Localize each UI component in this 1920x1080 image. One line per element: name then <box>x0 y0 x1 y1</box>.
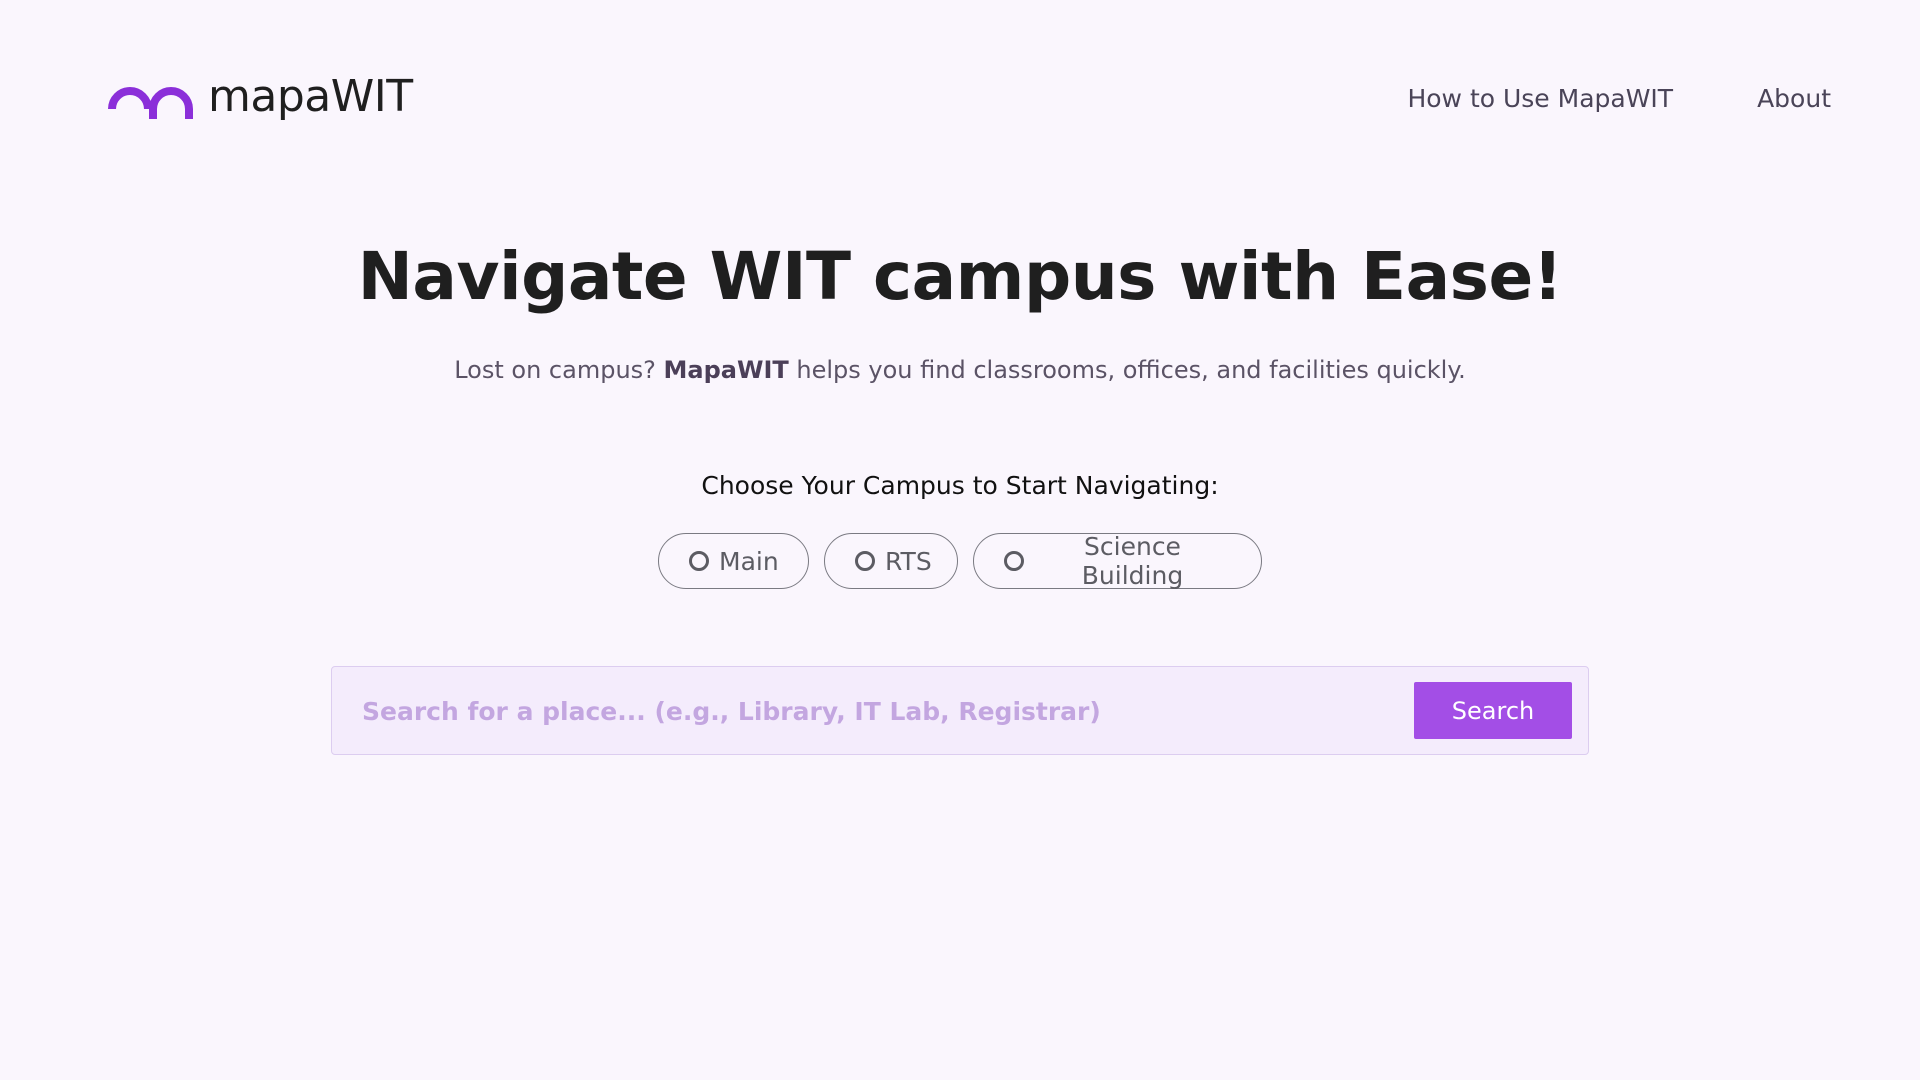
radio-circle-icon <box>689 551 709 571</box>
logo-link[interactable]: mapaWIT <box>106 70 413 122</box>
nav-about[interactable]: About <box>1757 84 1831 113</box>
campus-options: Main RTS Science Building <box>0 532 1920 590</box>
hero-subtitle: Lost on campus? MapaWIT helps you find c… <box>0 356 1920 384</box>
campus-option-label: Science Building <box>1081 532 1184 590</box>
top-nav: How to Use MapaWIT About <box>1407 84 1831 113</box>
campus-option-main[interactable]: Main <box>658 533 809 589</box>
campus-option-rts[interactable]: RTS <box>824 533 958 589</box>
mapawit-logo-icon <box>108 87 193 119</box>
subtitle-text-before: Lost on campus? <box>454 356 664 384</box>
site-header: mapaWIT How to Use MapaWIT About <box>0 0 1920 190</box>
radio-circle-icon <box>855 551 875 571</box>
search-input[interactable] <box>362 681 1362 741</box>
campus-option-label: Main <box>719 546 779 576</box>
hero-title: Navigate WIT campus with Ease! <box>357 238 1563 315</box>
radio-circle-icon <box>1004 551 1024 571</box>
nav-how-to-use[interactable]: How to Use MapaWIT <box>1407 84 1673 113</box>
campus-option-label: RTS <box>885 546 932 576</box>
search-bar: Search <box>331 666 1589 755</box>
subtitle-text-after: helps you find classrooms, offices, and … <box>788 356 1466 384</box>
search-button[interactable]: Search <box>1414 682 1572 739</box>
campus-option-science-building[interactable]: Science Building <box>973 532 1262 590</box>
subtitle-brand: MapaWIT <box>663 356 789 384</box>
campus-prompt: Choose Your Campus to Start Navigating: <box>701 471 1219 500</box>
logo-text: mapaWIT <box>208 70 413 122</box>
